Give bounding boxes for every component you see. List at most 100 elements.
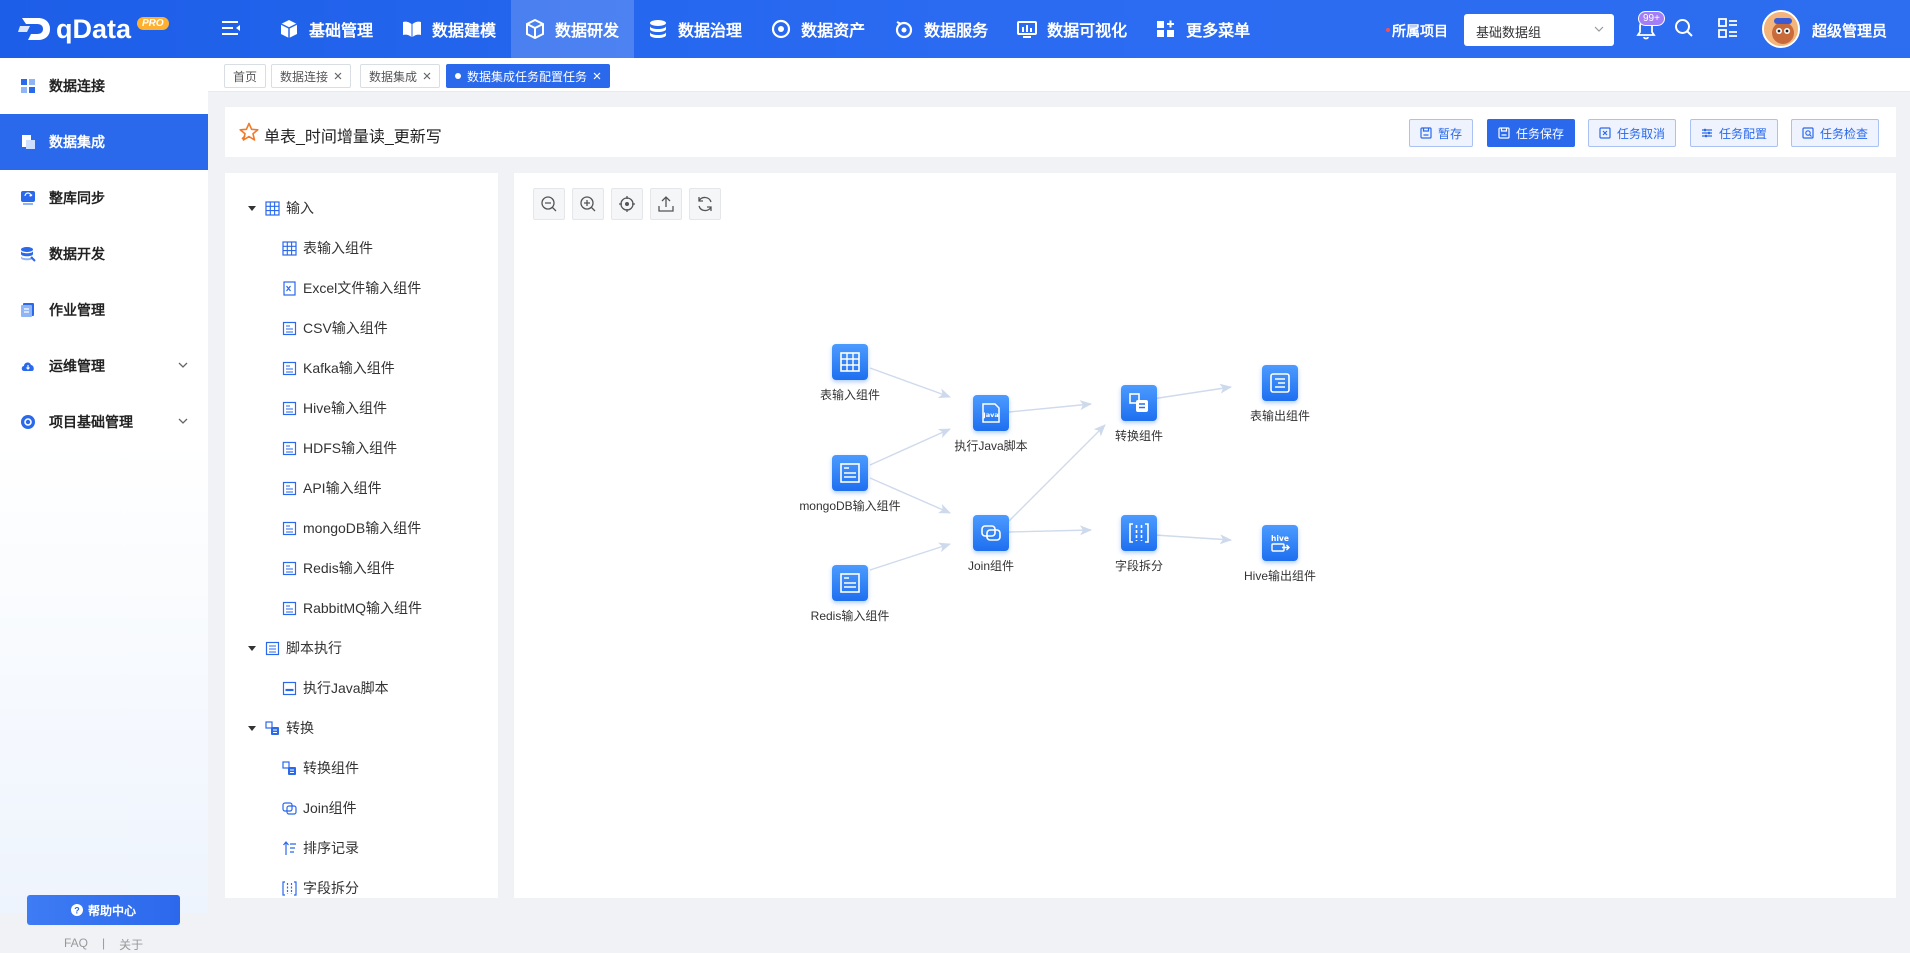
input-doc-icon [282,561,297,576]
search-icon[interactable] [1674,18,1694,38]
about-link[interactable]: 关于 [119,936,143,953]
sidebar-item-data-integration[interactable]: 数据集成 [0,114,208,170]
project-select-value: 基础数据组 [1476,25,1542,40]
tree-item-join[interactable]: Join组件 [282,798,357,818]
task-cancel-button[interactable]: 任务取消 [1588,119,1677,147]
tree-item-label: 排序记录 [303,840,359,856]
input-doc-icon [282,601,297,616]
java-file-icon: Java [982,403,1000,423]
logo[interactable]: qData PRO [18,12,169,46]
tree-item-excel-input[interactable]: Excel文件输入组件 [282,278,421,298]
save-icon [1498,127,1510,139]
tree-item-table-input[interactable]: 表输入组件 [282,238,373,258]
sidebar-item-data-development[interactable]: 数据开发 [0,226,208,282]
node-table-input[interactable] [832,344,868,380]
tree-item-hdfs-input[interactable]: HDFS输入组件 [282,438,397,458]
nav-data-development[interactable]: 数据研发 [511,0,635,58]
task-config-button[interactable]: 任务配置 [1690,119,1779,147]
logo-text: qData [56,13,132,44]
task-save-button[interactable]: 任务保存 [1487,119,1576,147]
close-icon[interactable] [593,72,601,80]
nav-data-governance[interactable]: 数据治理 [634,0,757,58]
node-redis-input[interactable] [832,565,868,601]
tab-label: 首页 [233,69,258,84]
node-field-split[interactable] [1121,515,1157,551]
app-grid-icon[interactable] [1718,18,1738,38]
close-icon[interactable] [334,72,342,80]
temp-save-label: 暂存 [1438,126,1463,141]
split-icon [1129,523,1149,543]
node-java-script[interactable]: Java [973,395,1009,431]
node-transform[interactable] [1121,385,1157,421]
tree-item-kafka-input[interactable]: Kafka输入组件 [282,358,395,378]
tab-home[interactable]: 首页 [224,64,267,88]
node-label: 执行Java脚本 [954,439,1028,453]
sidebar-item-label: 项目基础管理 [49,414,133,430]
nav-basic-management[interactable]: 基础管理 [265,0,388,58]
table-grid-icon [265,200,280,216]
tree-item-label: Excel文件输入组件 [303,280,422,296]
top-nav: 基础管理 数据建模 数据研发 数据治理 数据资产 数据服务 数据可视化 更多菜单 [265,0,1265,58]
nav-more-menu[interactable]: 更多菜单 [1142,0,1265,58]
close-icon[interactable] [423,72,431,80]
logo-pro-badge: PRO [137,16,169,30]
node-hive-output[interactable]: hive [1262,525,1298,561]
avatar[interactable] [1762,10,1800,48]
sidebar-item-job-management[interactable]: 作业管理 [0,282,208,338]
temp-save-button[interactable]: 暂存 [1409,119,1474,147]
tree-item-transform-component[interactable]: 转换组件 [282,758,359,778]
nav-label: 数据治理 [678,23,743,40]
tree-group-input[interactable]: 输入 [247,198,314,218]
input-doc-icon [282,481,297,496]
task-check-button[interactable]: 任务检查 [1791,119,1880,147]
edge-redis-to-join [869,542,951,571]
user-name[interactable]: 超级管理员 [1812,20,1887,41]
nav-data-assets[interactable]: 数据资产 [757,0,880,58]
faq-link[interactable]: FAQ [64,936,88,953]
tree-item-label: 转换组件 [303,760,359,776]
flow-edges [869,367,1232,571]
tree-item-field-split[interactable]: 字段拆分 [282,878,359,898]
tab-integration-task-config[interactable]: 数据集成任务配置任务 [446,64,611,88]
tree-item-redis-input[interactable]: Redis输入组件 [282,558,395,578]
tree-item-label: 表输入组件 [303,240,373,256]
node-label: Join组件 [967,559,1015,573]
node-table-output[interactable] [1262,365,1298,401]
node-mongodb-input[interactable] [832,455,868,491]
sidebar-item-ops-management[interactable]: 运维管理 [0,338,208,394]
tree-item-hive-input[interactable]: Hive输入组件 [282,398,387,418]
tree-item-sort-records[interactable]: 排序记录 [282,838,359,858]
node-join[interactable] [973,515,1009,551]
sidebar-item-project-basic-management[interactable]: 项目基础管理 [0,394,208,450]
chevron-down-icon [178,360,188,370]
tab-data-connection[interactable]: 数据连接 [271,64,352,88]
transform-icon [1129,393,1148,412]
nav-data-modeling[interactable]: 数据建模 [388,0,511,58]
sidebar-item-data-connection[interactable]: 数据连接 [0,58,208,114]
menu-toggle-icon[interactable] [222,20,240,36]
tree-group-label: 转换 [286,720,314,736]
tree-item-label: CSV输入组件 [303,320,388,336]
tab-data-integration[interactable]: 数据集成 [360,64,441,88]
tree-group-script[interactable]: 脚本执行 [247,638,342,658]
tree-item-rabbitmq-input[interactable]: RabbitMQ输入组件 [282,598,422,618]
tree-item-label: 执行Java脚本 [303,680,389,696]
task-title-bar: 单表_时间增量读_更新写 暂存 任务保存 任务取消 任务配置 任务检查 [225,107,1896,157]
tree-item-mongodb-input[interactable]: mongoDB输入组件 [282,518,421,538]
tree-item-label: API输入组件 [303,480,382,496]
sort-icon [282,840,297,856]
link-separator: | [102,936,106,950]
project-select[interactable]: 基础数据组 [1464,14,1614,46]
tree-item-java-script[interactable]: 执行Java脚本 [282,678,389,698]
flow-canvas[interactable]: 表输入组件 mongoDB输入组件 Redis输入组件 Java 执行Java脚… [514,173,1896,898]
nav-data-visualization[interactable]: 数据可视化 [1003,0,1142,58]
nav-data-service[interactable]: 数据服务 [880,0,1003,58]
edge-table-to-java [869,367,951,398]
nav-label: 数据建模 [432,23,497,40]
sidebar-item-full-sync[interactable]: 整库同步 [0,170,208,226]
help-center-button[interactable]: ? 帮助中心 [27,895,180,925]
tree-item-api-input[interactable]: API输入组件 [282,478,382,498]
chevron-down-icon [178,416,188,426]
tree-group-transform[interactable]: 转换 [247,718,314,738]
tree-item-csv-input[interactable]: CSV输入组件 [282,318,388,338]
